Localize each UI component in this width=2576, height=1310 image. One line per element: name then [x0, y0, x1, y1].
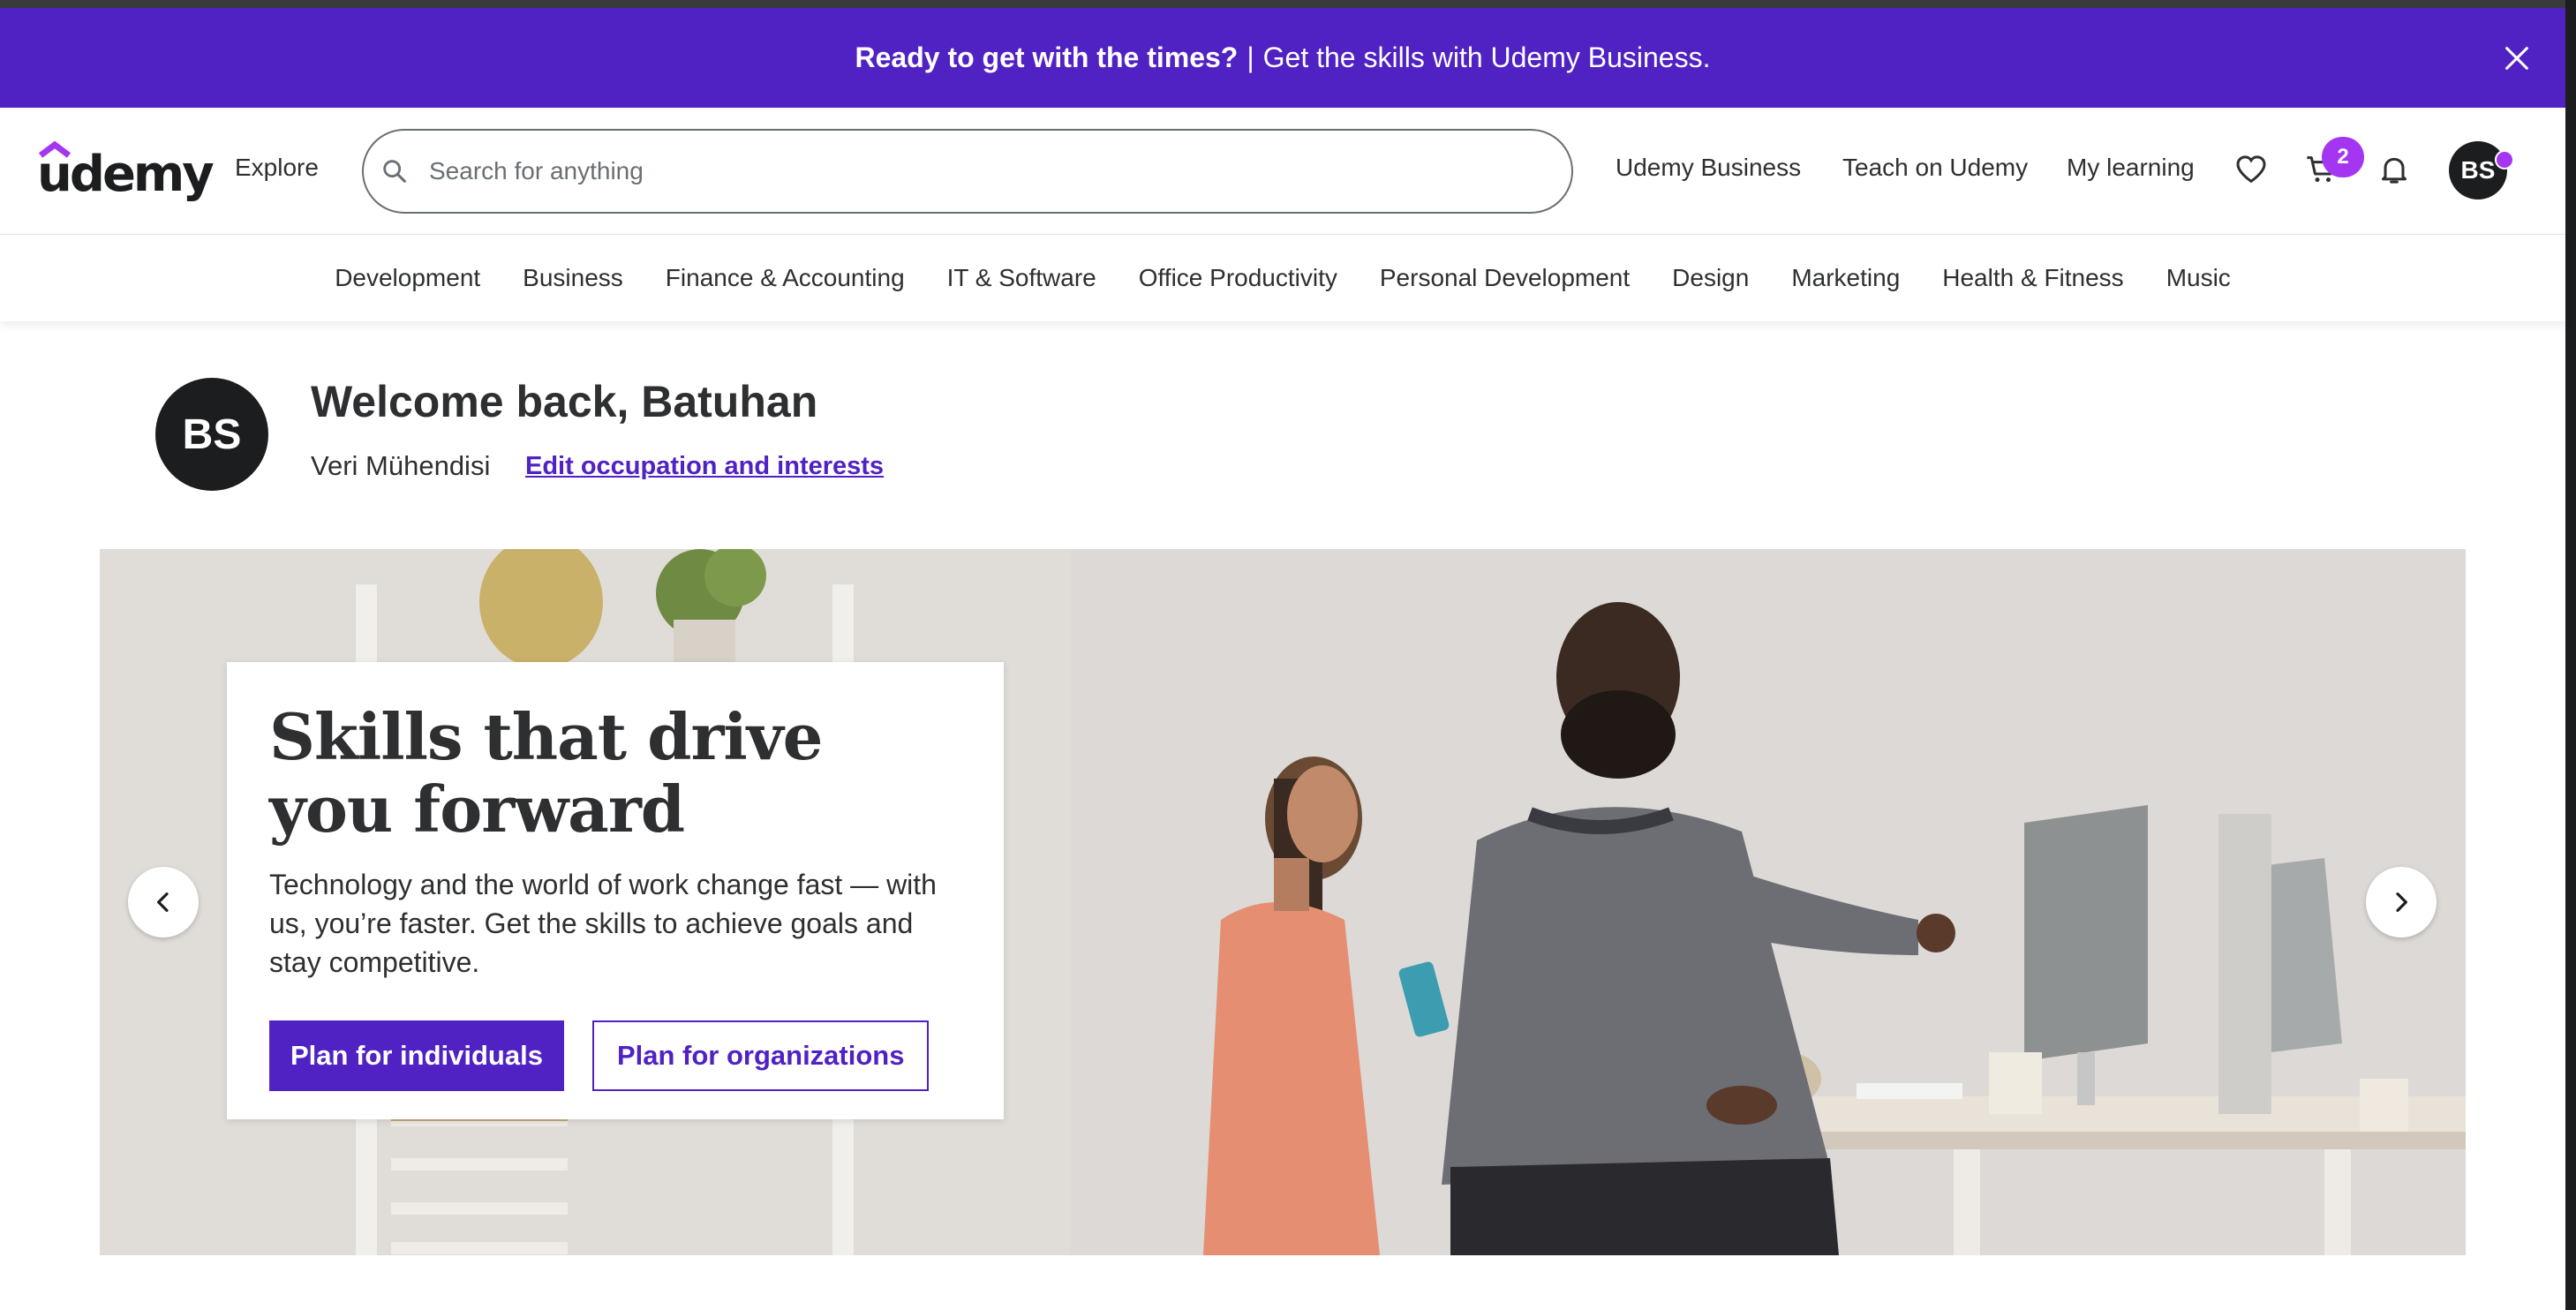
category-office-productivity[interactable]: Office Productivity: [1139, 264, 1337, 292]
edit-occupation-link[interactable]: Edit occupation and interests: [525, 452, 884, 481]
banner-text: Get the skills with Udemy Business.: [1262, 41, 1711, 73]
notifications-bell-icon[interactable]: [2376, 152, 2412, 187]
search-bar[interactable]: [362, 129, 1573, 214]
welcome-avatar: BS: [155, 378, 268, 491]
teach-on-udemy-link[interactable]: Teach on Udemy: [1842, 154, 2028, 182]
carousel-next-button[interactable]: [2366, 867, 2437, 937]
category-design[interactable]: Design: [1672, 264, 1749, 292]
welcome-title: Welcome back, Batuhan: [311, 377, 818, 426]
hero-buttons: Plan for individuals Plan for organizati…: [269, 1020, 961, 1091]
occupation-text: Veri Mühendisi: [311, 450, 491, 481]
search-input[interactable]: [429, 157, 1488, 185]
hero-description: Technology and the world of work change …: [269, 869, 937, 978]
banner-bold-text: Ready to get with the times?: [855, 41, 1239, 73]
wishlist-heart-icon[interactable]: [2233, 152, 2269, 187]
hero-card: Skills that drive you forward Technology…: [227, 662, 1004, 1119]
udemy-logo[interactable]: udemy: [37, 139, 215, 203]
close-icon[interactable]: [2502, 43, 2532, 73]
category-music[interactable]: Music: [2166, 264, 2231, 292]
category-health-fitness[interactable]: Health & Fitness: [1942, 264, 2123, 292]
hero-carousel: Skills that drive you forward Technology…: [100, 549, 2466, 1255]
plan-for-individuals-button[interactable]: Plan for individuals: [269, 1020, 564, 1091]
category-development[interactable]: Development: [335, 264, 480, 292]
search-icon[interactable]: [380, 156, 410, 186]
my-learning-link[interactable]: My learning: [2067, 154, 2195, 182]
category-it-software[interactable]: IT & Software: [947, 264, 1096, 292]
hero-title: Skills that drive you forward: [269, 699, 823, 847]
category-business[interactable]: Business: [523, 264, 623, 292]
chevron-left-icon: [157, 892, 169, 912]
plan-for-organizations-button[interactable]: Plan for organizations: [591, 1020, 930, 1091]
category-marketing[interactable]: Marketing: [1791, 264, 1900, 292]
promo-banner[interactable]: Ready to get with the times? | Get the s…: [0, 8, 2565, 108]
cart-count-badge: 2: [2322, 137, 2364, 177]
banner-separator: |: [1247, 41, 1254, 73]
explore-menu[interactable]: Explore: [235, 154, 319, 182]
category-nav: Development Business Finance & Accountin…: [0, 235, 2565, 321]
avatar-notification-dot: [2495, 150, 2514, 169]
user-avatar-menu[interactable]: BS: [2449, 141, 2507, 200]
site-header: udemy Explore Udemy Business Teach on Ud…: [0, 108, 2565, 235]
udemy-business-link[interactable]: Udemy Business: [1616, 154, 1801, 182]
logo-cap-icon: [38, 140, 72, 158]
chevron-right-icon: [2396, 892, 2407, 912]
carousel-prev-button[interactable]: [128, 867, 199, 937]
category-finance-accounting[interactable]: Finance & Accounting: [666, 264, 905, 292]
browser-right-edge: [2565, 0, 2576, 1310]
browser-top-edge: [0, 0, 2576, 8]
category-personal-development[interactable]: Personal Development: [1380, 264, 1630, 292]
